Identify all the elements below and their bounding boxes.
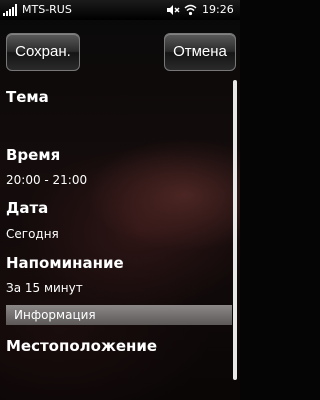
- subject-label[interactable]: Тема: [6, 88, 49, 106]
- cancel-button[interactable]: Отмена: [164, 33, 236, 71]
- mute-icon: [167, 5, 180, 15]
- scrollbar[interactable]: [233, 80, 237, 380]
- time-label[interactable]: Время: [6, 146, 60, 164]
- location-label[interactable]: Местоположение: [6, 337, 157, 355]
- reminder-value[interactable]: За 15 минут: [6, 281, 83, 295]
- status-bar: MTS-RUS 19:26: [0, 0, 240, 20]
- date-label[interactable]: Дата: [6, 199, 48, 217]
- reminder-label[interactable]: Напоминание: [6, 254, 124, 272]
- wifi-icon: [184, 4, 197, 16]
- date-value[interactable]: Сегодня: [6, 227, 59, 241]
- clock: 19:26: [202, 3, 234, 16]
- info-section-header: Информация: [6, 305, 232, 325]
- time-value[interactable]: 20:00 - 21:00: [6, 173, 87, 187]
- carrier-name: MTS-RUS: [22, 3, 72, 16]
- save-button[interactable]: Сохран.: [6, 33, 80, 71]
- signal-icon: [3, 4, 19, 16]
